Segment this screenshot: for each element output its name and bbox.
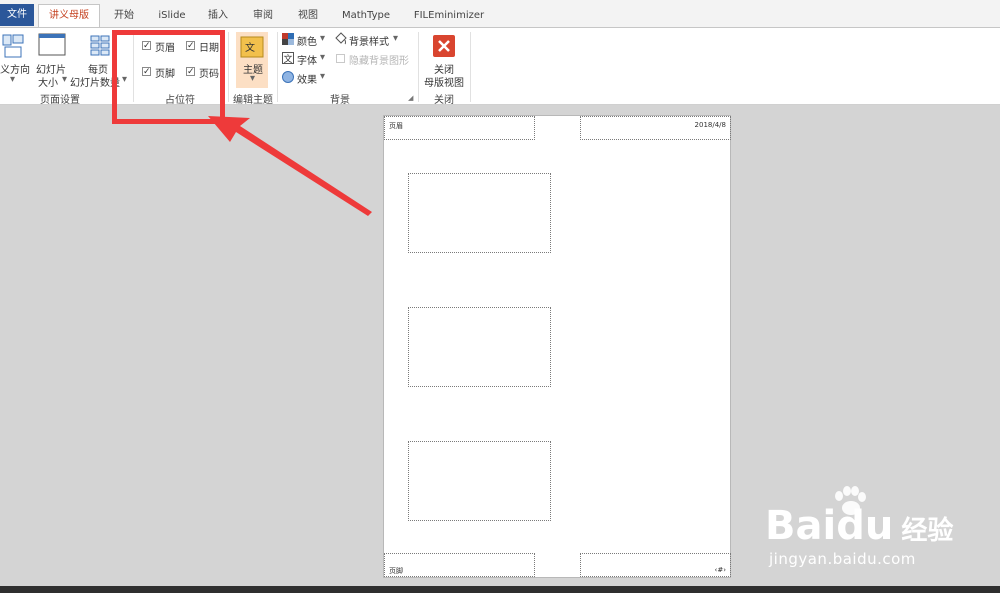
tab-home[interactable]: 开始 [108, 5, 140, 27]
close-group-label: 关闭 [434, 95, 454, 106]
annotation-arrow-icon [208, 116, 372, 216]
group-divider [470, 32, 471, 102]
slide-thumbnail-placeholder[interactable] [408, 307, 551, 387]
baidu-logo-text2: du [836, 503, 894, 549]
svg-text:文: 文 [245, 41, 255, 54]
effects-button[interactable]: 效果 [297, 71, 317, 86]
group-divider [277, 32, 278, 102]
baidu-watermark: Baidu 经验 jingyan.baidu.com [765, 486, 965, 576]
background-group-label: 背景 [330, 95, 350, 106]
colors-dropdown-icon: ▾ [320, 33, 326, 44]
tab-file[interactable]: 文件 [0, 4, 34, 26]
page-number-placeholder[interactable]: ‹#› [580, 553, 731, 577]
dialog-launcher-icon[interactable]: ◢ [408, 94, 413, 102]
paint-bucket-icon [335, 32, 347, 45]
tab-review[interactable]: 审阅 [247, 5, 279, 27]
slide-thumbnail-placeholder[interactable] [408, 441, 551, 521]
colors-button[interactable]: 颜色 [297, 33, 317, 48]
orientation-dropdown-icon: ▾ [10, 74, 16, 85]
ribbon-tab-bar: 文件 讲义母版 开始 iSlide 插入 审阅 视图 MathType FILE… [0, 0, 1000, 27]
slide-thumbnail-placeholder[interactable] [408, 173, 551, 253]
footer-placeholder[interactable]: 页脚 [384, 553, 535, 577]
header-placeholder[interactable]: 页眉 [384, 116, 535, 140]
slides-per-page-icon [90, 35, 110, 56]
orientation-icon [2, 34, 24, 58]
handout-page: 页眉 2018/4/8 页脚 ‹#› [383, 115, 731, 578]
tab-islide[interactable]: iSlide [152, 5, 192, 27]
group-divider [418, 32, 419, 102]
hide-background-checkbox[interactable] [336, 54, 345, 63]
slide-size-icon [38, 33, 66, 56]
group-divider [228, 32, 229, 102]
tab-handout-master[interactable]: 讲义母版 [38, 4, 100, 27]
theme-dropdown-icon: ▾ [250, 73, 256, 84]
footer-placeholder-text: 页脚 [389, 567, 403, 575]
fonts-icon: 文 [282, 52, 294, 64]
tab-view[interactable]: 视图 [292, 5, 324, 27]
date-placeholder-text: 2018/4/8 [694, 121, 726, 129]
close-master-icon [433, 35, 455, 57]
effects-dropdown-icon: ▾ [320, 71, 326, 82]
theme-icon: 文 [240, 36, 264, 58]
tab-insert[interactable]: 插入 [202, 5, 234, 27]
close-master-view-label2: 母版视图 [424, 78, 464, 89]
effects-icon [282, 71, 294, 83]
baidu-logo-text: Bai [765, 503, 837, 549]
status-bar [0, 586, 1000, 593]
tab-mathtype[interactable]: MathType [336, 5, 396, 27]
edit-theme-group-label: 编辑主题 [233, 95, 273, 106]
jingyan-logo-text: 经验 [901, 516, 954, 546]
page-setup-group-label: 页面设置 [40, 95, 80, 106]
slide-size-label2: 大小 [38, 78, 58, 89]
hide-background-label: 隐藏背景图形 [349, 56, 409, 67]
slide-size-dropdown-icon: ▾ [62, 74, 68, 85]
background-styles-dropdown-icon: ▾ [393, 33, 399, 44]
page-number-placeholder-text: ‹#› [714, 566, 726, 574]
header-placeholder-text: 页眉 [389, 122, 403, 130]
date-placeholder[interactable]: 2018/4/8 [580, 116, 731, 140]
svg-text:文: 文 [284, 53, 293, 64]
fonts-dropdown-icon: ▾ [320, 52, 326, 63]
colors-icon [282, 33, 294, 45]
tab-fileminimizer[interactable]: FILEminimizer [408, 5, 490, 27]
fonts-button[interactable]: 字体 [297, 52, 317, 67]
watermark-url: jingyan.baidu.com [769, 550, 916, 568]
background-styles-button[interactable]: 背景样式 [349, 33, 389, 48]
